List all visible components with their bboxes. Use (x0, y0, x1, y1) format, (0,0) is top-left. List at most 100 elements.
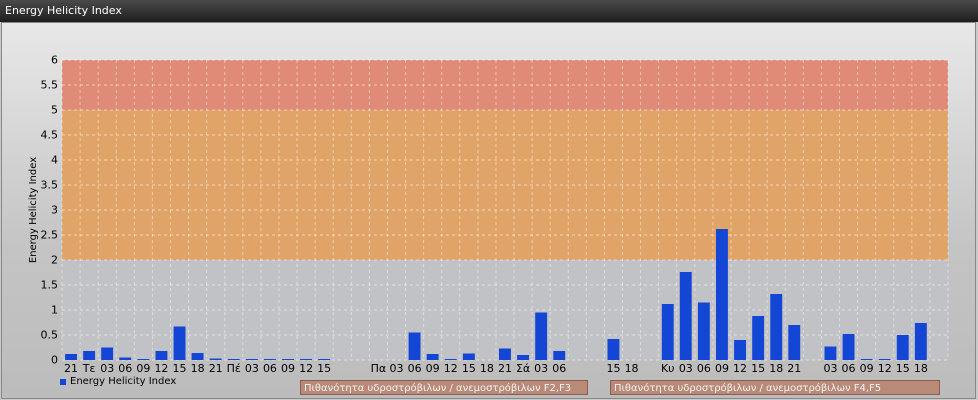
x-tick-label: 15 (173, 362, 187, 375)
x-tick-label: 09 (860, 362, 874, 375)
bar-12 (282, 359, 294, 360)
bar-1 (83, 351, 96, 360)
bar-39 (770, 294, 783, 360)
x-tick-label: 18 (191, 362, 205, 375)
ehi-bar-chart: 0 0.5 1 1.5 2 2.5 3 3.5 4 4.5 5 5.5 6 21 Τε 03 06 09 12 15… (28, 54, 949, 375)
x-tick-label: 21 (498, 362, 512, 375)
bar-26 (535, 312, 548, 360)
y-tick-label: 3 (51, 204, 58, 217)
bar-24 (499, 348, 511, 360)
x-tick-label: Τε (82, 362, 96, 375)
x-tick-label: Πα (371, 362, 387, 375)
x-tick-label: 03 (390, 362, 404, 375)
y-tick-label: 0.5 (41, 329, 59, 342)
y-axis-label: Energy Helicity Index (28, 157, 39, 263)
bar-11 (264, 359, 276, 360)
f2f3-probability-note: Πιθανότητα υδροστρόβιλων / ανεμοστρόβιλω… (300, 380, 588, 395)
y-tick-label: 0 (51, 354, 58, 367)
x-tick-label: 06 (697, 362, 711, 375)
bar-10 (245, 359, 258, 360)
x-tick-label: 09 (426, 362, 440, 375)
bar-25 (517, 355, 529, 360)
bar-14 (318, 359, 331, 360)
x-tick-label: 12 (299, 362, 313, 375)
bar-0 (65, 354, 77, 360)
bar-36 (716, 229, 728, 360)
x-tick-label: 03 (534, 362, 548, 375)
y-tick-label: 4.5 (41, 129, 59, 142)
x-tick-label: 06 (552, 362, 566, 375)
bar-44 (860, 359, 873, 360)
x-tick-label: 12 (444, 362, 458, 375)
bar-8 (209, 358, 222, 360)
x-tick-label: 06 (118, 362, 132, 375)
bar-42 (824, 346, 837, 360)
x-tick-label: 21 (209, 362, 223, 375)
bar-40 (788, 325, 801, 360)
bar-21 (444, 359, 457, 360)
x-tick-label: 15 (606, 362, 620, 375)
x-tick-label: 18 (914, 362, 928, 375)
y-tick-label: 4 (51, 154, 58, 167)
x-tick-label: 09 (136, 362, 150, 375)
bar-33 (661, 304, 674, 360)
f4f5-probability-note: Πιθανότητα υδροστρόβιλων / ανεμοστρόβιλω… (610, 380, 940, 395)
x-tick-label: Σά (516, 362, 530, 375)
bar-47 (914, 323, 927, 360)
x-tick-label: 06 (842, 362, 856, 375)
x-tick-label: 21 (787, 362, 801, 375)
x-tick-label: 06 (408, 362, 422, 375)
x-tick-label: 15 (751, 362, 765, 375)
bar-45 (878, 359, 891, 360)
bar-13 (300, 359, 312, 360)
x-tick-label: 15 (896, 362, 910, 375)
bar-19 (408, 332, 421, 360)
x-tick-label: 18 (769, 362, 783, 375)
x-tick-label: 21 (64, 362, 78, 375)
x-tick-label: 12 (878, 362, 892, 375)
y-tick-label: 2 (51, 254, 58, 267)
legend-swatch (60, 378, 66, 385)
y-tick-label: 6 (51, 54, 58, 67)
y-tick-label: 2.5 (41, 229, 59, 242)
bar-46 (896, 335, 909, 360)
y-tick-label: 3.5 (41, 179, 59, 192)
bar-22 (462, 353, 475, 360)
x-tick-label: 09 (281, 362, 295, 375)
bar-38 (752, 316, 765, 360)
bar-4 (137, 359, 150, 360)
x-tick-label: 12 (154, 362, 168, 375)
y-tick-label: 1.5 (41, 279, 59, 292)
bar-34 (679, 272, 692, 360)
bar-9 (227, 359, 240, 360)
bar-30 (607, 339, 620, 360)
x-tick-label: Πέ (227, 362, 241, 375)
bar-7 (191, 353, 204, 360)
bar-27 (553, 351, 566, 360)
x-tick-label: 18 (480, 362, 494, 375)
bar-35 (697, 302, 710, 360)
bar-6 (173, 326, 186, 360)
bar-2 (101, 347, 114, 360)
x-tick-label: 06 (263, 362, 277, 375)
chart-legend: Energy Helicity Index (60, 376, 176, 387)
bar-37 (734, 340, 746, 360)
y-tick-label: 1 (51, 304, 58, 317)
x-tick-label: 03 (100, 362, 114, 375)
bar-43 (842, 334, 855, 360)
legend-label: Energy Helicity Index (70, 376, 177, 387)
x-tick-label: 18 (625, 362, 639, 375)
x-tick-label: Κυ (661, 362, 675, 375)
y-tick-label: 5 (51, 104, 58, 117)
x-tick-label: 03 (245, 362, 259, 375)
x-tick-label: 12 (733, 362, 747, 375)
y-tick-label: 5.5 (41, 79, 59, 92)
x-tick-label: 03 (679, 362, 693, 375)
x-tick-label: 15 (317, 362, 331, 375)
bar-20 (426, 354, 439, 360)
bar-3 (119, 357, 132, 360)
x-tick-label: 15 (462, 362, 476, 375)
bar-5 (155, 351, 168, 360)
x-tick-label: 09 (715, 362, 729, 375)
x-tick-label: 03 (823, 362, 837, 375)
